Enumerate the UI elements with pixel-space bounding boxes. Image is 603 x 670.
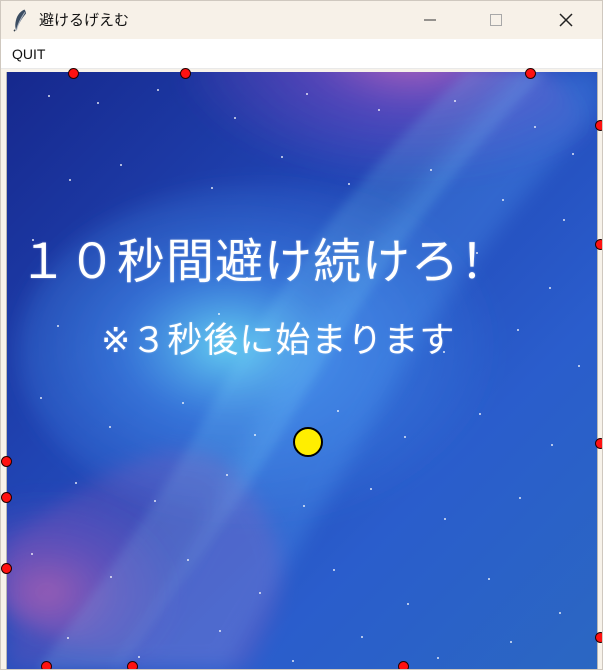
minimize-button[interactable]	[407, 1, 453, 39]
enemy-ball	[180, 68, 191, 79]
close-icon	[559, 13, 573, 27]
enemy-ball	[41, 661, 52, 669]
enemy-ball	[1, 456, 12, 467]
game-window: 避けるげえむ QUIT １０秒間避け続けろ！ ※３秒後に始まります	[0, 0, 603, 670]
feather-icon	[13, 9, 26, 32]
countdown-instruction-title: １０秒間避け続けろ！	[19, 234, 510, 290]
menu-bar: QUIT	[1, 39, 602, 69]
enemy-ball	[68, 68, 79, 79]
player-ball	[293, 427, 323, 457]
game-canvas[interactable]: １０秒間避け続けろ！ ※３秒後に始まります	[6, 72, 598, 669]
enemy-ball	[398, 661, 409, 669]
close-button[interactable]	[543, 1, 589, 39]
maximize-icon	[490, 14, 502, 26]
quit-menu-item[interactable]: QUIT	[12, 45, 45, 63]
enemy-ball	[1, 492, 12, 503]
window-title: 避けるげえむ	[39, 11, 130, 29]
enemy-ball	[1, 563, 12, 574]
enemy-ball	[595, 632, 602, 643]
enemy-ball	[595, 120, 602, 131]
enemy-ball	[595, 438, 602, 449]
countdown-instruction-subtitle: ※３秒後に始まります	[101, 321, 456, 361]
maximize-button[interactable]	[473, 1, 519, 39]
enemy-ball	[595, 239, 602, 250]
title-bar[interactable]: 避けるげえむ	[1, 1, 602, 39]
space-background	[7, 72, 597, 669]
enemy-ball	[525, 68, 536, 79]
enemy-ball	[127, 661, 138, 669]
minimize-icon	[424, 19, 436, 21]
